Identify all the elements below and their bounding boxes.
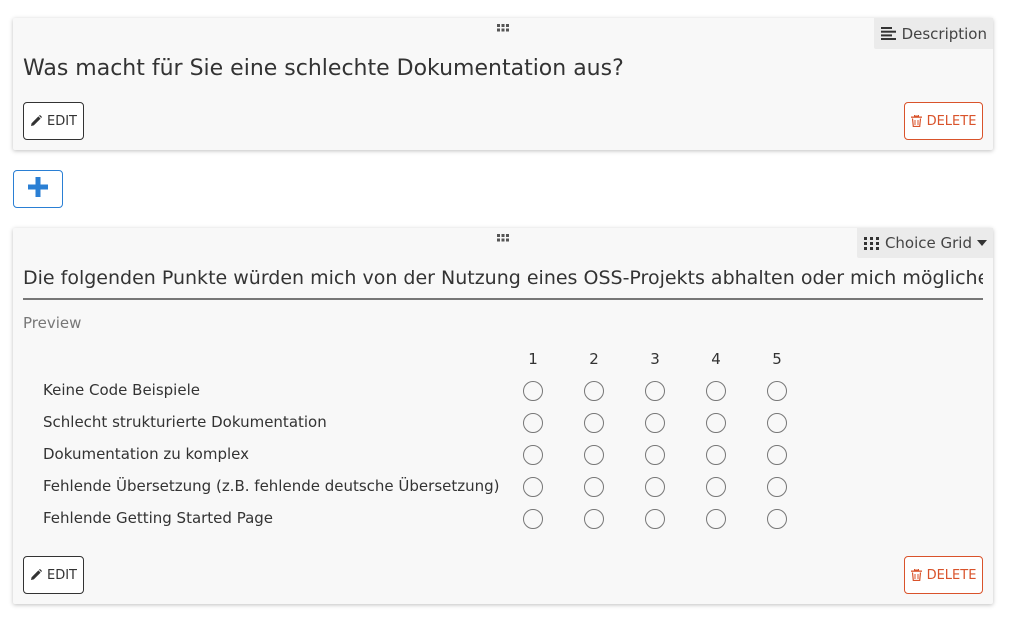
description-card: Description Was macht für Sie eine schle…	[13, 18, 993, 150]
grid-row-label: Schlecht strukturierte Dokumentation	[43, 413, 327, 431]
question-title: Was macht für Sie eine schlechte Dokumen…	[23, 56, 624, 81]
grid-radio-button[interactable]	[645, 413, 665, 433]
grid-radio-button[interactable]	[523, 381, 543, 401]
grid-radio-button[interactable]	[706, 445, 726, 465]
grid-radio-button[interactable]	[706, 413, 726, 433]
add-question-button[interactable]	[13, 170, 63, 208]
grid-row-label: Fehlende Übersetzung (z.B. fehlende deut…	[43, 477, 500, 495]
pencil-icon	[30, 569, 42, 581]
grid-radio-button[interactable]	[584, 477, 604, 497]
caret-down-icon	[977, 240, 987, 246]
grid-radio-button[interactable]	[645, 477, 665, 497]
grid-radio-button[interactable]	[645, 445, 665, 465]
grid-row-label: Fehlende Getting Started Page	[43, 509, 274, 527]
grid-column-header: 2	[589, 350, 599, 368]
grid-radio-button[interactable]	[584, 445, 604, 465]
delete-button[interactable]: DELETE	[904, 102, 983, 140]
delete-button[interactable]: DELETE	[904, 556, 983, 594]
grid-radio-button[interactable]	[767, 445, 787, 465]
grid-radio-button[interactable]	[523, 477, 543, 497]
edit-button-label: EDIT	[47, 113, 77, 129]
trash-icon	[910, 115, 922, 127]
edit-button-label: EDIT	[47, 567, 77, 583]
question-text-input[interactable]	[23, 258, 983, 300]
question-type-label: Description	[901, 24, 987, 43]
grid-row-label: Dokumentation zu komplex	[43, 445, 250, 463]
trash-icon	[910, 569, 922, 581]
grid-column-header: 4	[711, 350, 721, 368]
pencil-icon	[30, 115, 42, 127]
edit-button[interactable]: EDIT	[23, 102, 84, 140]
preview-label: Preview	[23, 314, 82, 332]
edit-button[interactable]: EDIT	[23, 556, 84, 594]
grid-radio-button[interactable]	[523, 509, 543, 529]
question-type-badge: Description	[873, 18, 993, 49]
delete-button-label: DELETE	[926, 567, 977, 583]
grid-radio-button[interactable]	[645, 509, 665, 529]
grid-column-header: 1	[528, 350, 538, 368]
question-type-dropdown[interactable]: Choice Grid	[856, 228, 993, 258]
grid-radio-button[interactable]	[706, 477, 726, 497]
align-left-icon	[880, 27, 896, 40]
grid-radio-button[interactable]	[523, 445, 543, 465]
plus-icon	[28, 177, 48, 201]
drag-handle-icon[interactable]	[496, 233, 510, 243]
grid-icon	[863, 236, 879, 250]
grid-radio-button[interactable]	[584, 381, 604, 401]
grid-radio-button[interactable]	[706, 381, 726, 401]
grid-radio-button[interactable]	[706, 509, 726, 529]
grid-radio-button[interactable]	[767, 509, 787, 529]
grid-radio-button[interactable]	[645, 381, 665, 401]
grid-radio-button[interactable]	[767, 381, 787, 401]
question-type-label: Choice Grid	[884, 234, 972, 252]
grid-column-header: 3	[650, 350, 660, 368]
grid-row-label: Keine Code Beispiele	[43, 381, 200, 399]
grid-radio-button[interactable]	[584, 413, 604, 433]
grid-radio-button[interactable]	[584, 509, 604, 529]
grid-radio-button[interactable]	[767, 413, 787, 433]
grid-column-header: 5	[772, 350, 782, 368]
grid-radio-button[interactable]	[767, 477, 787, 497]
drag-handle-icon[interactable]	[496, 23, 510, 33]
grid-radio-button[interactable]	[523, 413, 543, 433]
choice-grid-card: Choice Grid Preview 1 2 3 4 5 Keine Code Beis…	[13, 228, 993, 604]
delete-button-label: DELETE	[926, 113, 977, 129]
